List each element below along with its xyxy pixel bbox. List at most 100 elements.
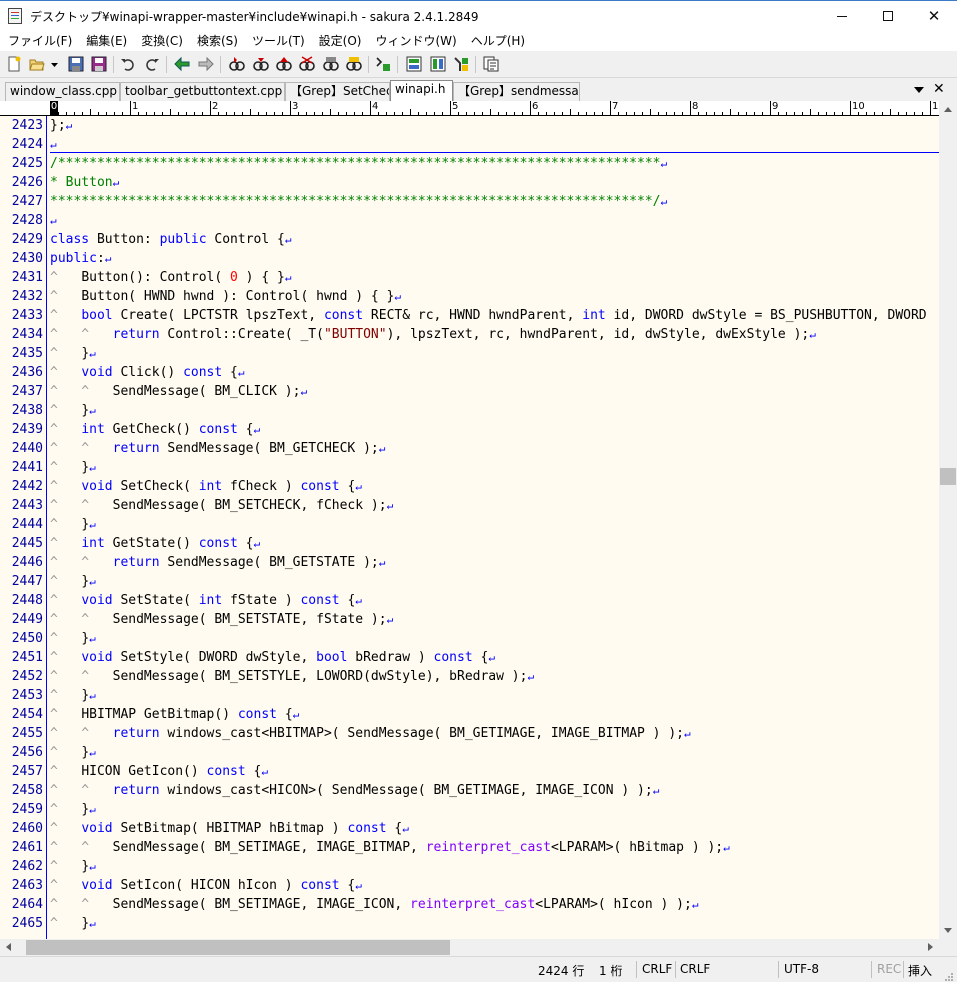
- code-line[interactable]: 2464 ^ ^ SendMessage( BM_SETIMAGE, IMAGE_…: [0, 895, 939, 914]
- code-line[interactable]: 2439 ^ int GetCheck() const {↵: [0, 420, 939, 439]
- tab-grep-setcheck[interactable]: 【Grep】SetCheck: [285, 82, 390, 101]
- menu-tools[interactable]: ツール(T): [245, 31, 312, 51]
- code-line[interactable]: 2455 ^ ^ return windows_cast<HBITMAP>( Se…: [0, 724, 939, 743]
- resize-grip-icon[interactable]: [944, 971, 954, 981]
- code-line[interactable]: 2448 ^ void SetState( int fState ) const …: [0, 591, 939, 610]
- grep-icon[interactable]: [375, 56, 391, 72]
- vertical-scrollbar[interactable]: [939, 101, 957, 939]
- code-line[interactable]: 2457 ^ HICON GetIcon() const {↵: [0, 762, 939, 781]
- open-file-icon[interactable]: [29, 56, 45, 72]
- status-insert-mode[interactable]: 挿入: [908, 962, 932, 979]
- scroll-left-icon[interactable]: [0, 939, 17, 956]
- code-line[interactable]: 2462 ^ }↵: [0, 857, 939, 876]
- open-dropdown-icon[interactable]: [50, 56, 60, 72]
- horizontal-scrollbar[interactable]: [0, 939, 939, 956]
- code-line[interactable]: 2437 ^ ^ SendMessage( BM_CLICK );↵: [0, 382, 939, 401]
- scroll-down-icon[interactable]: [939, 922, 957, 939]
- code-line[interactable]: 2424 ↵: [0, 135, 939, 154]
- code-line[interactable]: 2465 ^ }↵: [0, 914, 939, 933]
- tab-grep-sendmessage[interactable]: 【Grep】sendmessage: [453, 82, 580, 101]
- code-line[interactable]: 2442 ^ void SetCheck( int fCheck ) const …: [0, 477, 939, 496]
- code-line[interactable]: 2423};↵: [0, 116, 939, 135]
- save-all-icon[interactable]: [91, 56, 107, 72]
- sakura-app-icon[interactable]: [8, 8, 22, 24]
- code-line[interactable]: 2435 ^ }↵: [0, 344, 939, 363]
- code-line[interactable]: 2440 ^ ^ return SendMessage( BM_GETCHECK …: [0, 439, 939, 458]
- maximize-button[interactable]: [865, 1, 911, 31]
- code-line[interactable]: 2441 ^ }↵: [0, 458, 939, 477]
- search-next-icon[interactable]: [253, 56, 269, 72]
- code-line[interactable]: 2431 ^ Button(): Control( 0 ) { }↵: [0, 268, 939, 287]
- jump-forward-icon[interactable]: [198, 56, 214, 72]
- code-line[interactable]: 2444 ^ }↵: [0, 515, 939, 534]
- code-line[interactable]: 2432 ^ Button( HWND hwnd ): Control( hwnd…: [0, 287, 939, 306]
- new-file-icon[interactable]: [6, 56, 22, 72]
- status-eol-file[interactable]: CRLF: [680, 962, 710, 976]
- status-line-number[interactable]: 2424 行: [538, 962, 584, 979]
- undo-icon[interactable]: [120, 56, 136, 72]
- save-icon[interactable]: [68, 56, 84, 72]
- menu-edit[interactable]: 編集(E): [79, 31, 134, 51]
- code-line[interactable]: 2460 ^ void SetBitmap( HBITMAP hBitmap ) …: [0, 819, 939, 838]
- code-line[interactable]: 2430 public:↵: [0, 249, 939, 268]
- redo-icon[interactable]: [144, 56, 160, 72]
- vertical-scroll-thumb[interactable]: [940, 468, 956, 485]
- tab-window-class-cpp[interactable]: window_class.cpp: [5, 82, 120, 101]
- code-line[interactable]: 2447 ^ }↵: [0, 572, 939, 591]
- code-line[interactable]: 2452 ^ ^ SendMessage( BM_SETSTYLE, LOWORD…: [0, 667, 939, 686]
- bookmark-icon[interactable]: [346, 56, 362, 72]
- code-line[interactable]: 2425 /***********************************…: [0, 154, 939, 173]
- code-line[interactable]: 2458 ^ ^ return windows_cast<HICON>( Send…: [0, 781, 939, 800]
- menu-search[interactable]: 検索(S): [190, 31, 245, 51]
- tab-toolbar-getbuttontext-cpp[interactable]: toolbar_getbuttontext.cpp: [120, 82, 285, 101]
- status-eol-input[interactable]: CRLF: [642, 962, 672, 976]
- menu-window[interactable]: ウィンドウ(W): [368, 31, 463, 51]
- code-line[interactable]: 2445 ^ int GetState() const {↵: [0, 534, 939, 553]
- scroll-right-icon[interactable]: [922, 939, 939, 956]
- text-editor[interactable]: 2423};↵ 2424 ↵ 2425/***********************…: [0, 116, 939, 939]
- code-line[interactable]: 2429 class Button: public Control {↵: [0, 230, 939, 249]
- outline-icon[interactable]: [430, 56, 446, 72]
- scroll-up-icon[interactable]: [939, 101, 957, 118]
- status-column-number[interactable]: 1 桁: [599, 962, 622, 979]
- menu-convert[interactable]: 変換(C): [134, 31, 190, 51]
- code-line[interactable]: 2449 ^ ^ SendMessage( BM_SETSTATE, fState…: [0, 610, 939, 629]
- minimize-button[interactable]: [819, 1, 865, 31]
- search-clear-icon[interactable]: [299, 56, 315, 72]
- tab-close-icon[interactable]: ✕: [933, 80, 945, 98]
- status-macro-rec[interactable]: REC: [877, 962, 901, 976]
- code-line[interactable]: 2450 ^ }↵: [0, 629, 939, 648]
- search-prev-icon[interactable]: [229, 56, 245, 72]
- tab-winapi-h[interactable]: winapi.h: [390, 80, 453, 101]
- menu-settings[interactable]: 設定(O): [312, 31, 369, 51]
- code-line[interactable]: 2446 ^ ^ return SendMessage( BM_GETSTATE …: [0, 553, 939, 572]
- code-line[interactable]: 2433 ^ bool Create( LPCTSTR lpszText, con…: [0, 306, 939, 325]
- search-marked-icon[interactable]: [276, 56, 292, 72]
- menu-file[interactable]: ファイル(F): [1, 31, 79, 51]
- jump-back-icon[interactable]: [174, 56, 190, 72]
- status-encoding[interactable]: UTF-8: [784, 962, 819, 976]
- code-line[interactable]: 2436 ^ void Click() const {↵: [0, 363, 939, 382]
- code-line[interactable]: 2434 ^ ^ return Control::Create( _T("BUTT…: [0, 325, 939, 344]
- code-line[interactable]: 2461 ^ ^ SendMessage( BM_SETIMAGE, IMAGE_…: [0, 838, 939, 857]
- code-line[interactable]: 2456 ^ }↵: [0, 743, 939, 762]
- code-line[interactable]: 2426 * Button↵: [0, 173, 939, 192]
- compare-icon[interactable]: [406, 56, 422, 72]
- tab-list-dropdown-icon[interactable]: [912, 83, 926, 97]
- ruler-tick: [618, 112, 619, 115]
- code-line[interactable]: 2451 ^ void SetStyle( DWORD dwStyle, bool…: [0, 648, 939, 667]
- code-line[interactable]: 2427 ************************************…: [0, 192, 939, 211]
- close-button[interactable]: ✕: [911, 1, 957, 31]
- search-clear-icon[interactable]: [323, 56, 339, 72]
- code-line[interactable]: 2454 ^ HBITMAP GetBitmap() const {↵: [0, 705, 939, 724]
- code-line[interactable]: 2463 ^ void SetIcon( HICON hIcon ) const …: [0, 876, 939, 895]
- code-line[interactable]: 2428 ↵: [0, 211, 939, 230]
- menu-help[interactable]: ヘルプ(H): [464, 31, 532, 51]
- code-line[interactable]: 2443 ^ ^ SendMessage( BM_SETCHECK, fCheck…: [0, 496, 939, 515]
- code-line[interactable]: 2438 ^ }↵: [0, 401, 939, 420]
- horizontal-scroll-thumb[interactable]: [26, 940, 450, 955]
- code-line[interactable]: 2459 ^ }↵: [0, 800, 939, 819]
- macro-icon[interactable]: [453, 56, 469, 72]
- code-line[interactable]: 2453 ^ }↵: [0, 686, 939, 705]
- bookmark-list-icon[interactable]: [483, 56, 499, 72]
